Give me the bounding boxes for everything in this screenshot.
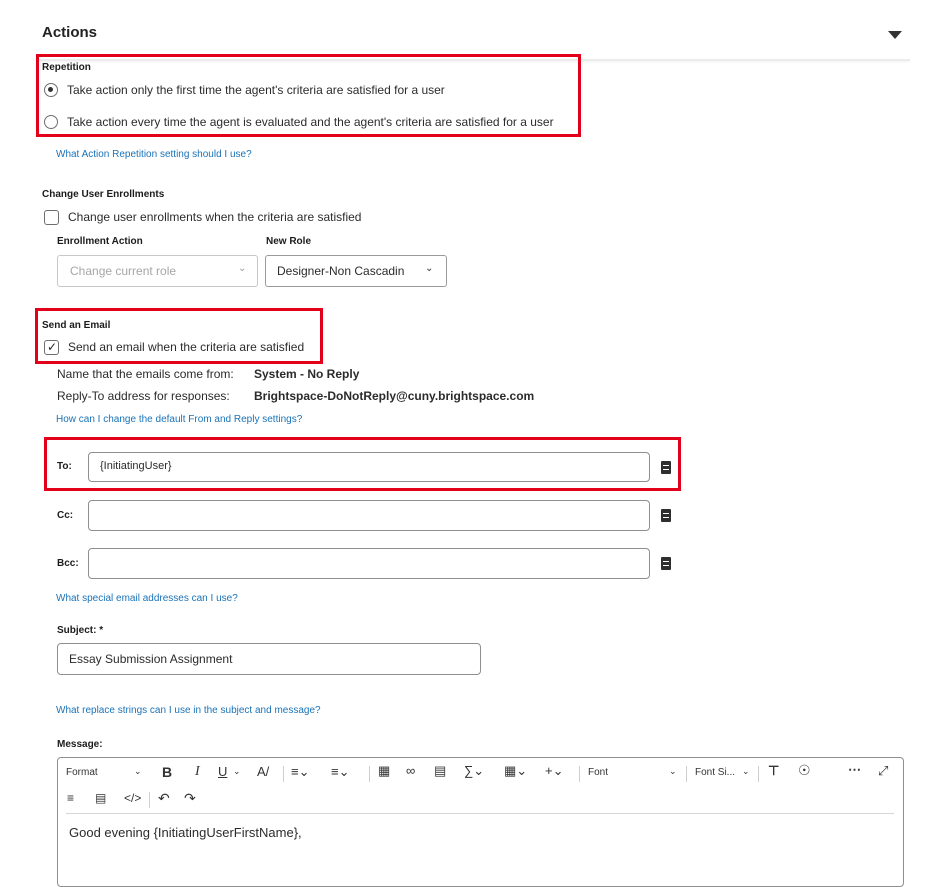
- chevron-down-icon[interactable]: ⌄: [233, 766, 241, 777]
- reply-to-value: Brightspace-DoNotReply@cuny.brightspace.…: [254, 389, 535, 403]
- caret-down-icon[interactable]: [888, 31, 902, 39]
- accessibility-icon[interactable]: ☉: [798, 762, 811, 779]
- toolbar-separator: [369, 766, 370, 782]
- insert-stuff-icon[interactable]: ▦: [378, 763, 390, 779]
- subject-input[interactable]: Essay Submission Assignment: [57, 643, 481, 675]
- send-email-label: Send an Email: [42, 320, 111, 331]
- link-icon[interactable]: ∞: [406, 763, 415, 778]
- section-title: Actions: [42, 24, 98, 41]
- repetition-option-first-radio[interactable]: [44, 83, 58, 97]
- enrollments-checkbox-label: Change user enrollments when the criteri…: [68, 210, 362, 224]
- message-editor[interactable]: Format ⌄ B I U ⌄ A/ ≡⌄ ≡⌄ ▦ ∞ ▤ ∑⌄ ▦⌄ +⌄…: [57, 757, 904, 887]
- insert-icon[interactable]: +⌄: [545, 763, 563, 779]
- format-painter-icon[interactable]: ⊤: [768, 763, 779, 779]
- enrollment-action-value: Change current role: [70, 264, 177, 278]
- send-email-highlight-box: [35, 308, 323, 364]
- replace-strings-link[interactable]: What replace strings can I use in the su…: [56, 705, 321, 716]
- default-settings-link[interactable]: How can I change the default From and Re…: [56, 414, 302, 425]
- chevron-down-icon: ⌄: [238, 263, 247, 274]
- from-name-label: Name that the emails come from:: [57, 367, 234, 381]
- address-book-icon[interactable]: [661, 557, 671, 570]
- cc-input[interactable]: [88, 500, 650, 531]
- more-icon[interactable]: ⋯: [848, 762, 861, 778]
- chevron-down-icon[interactable]: ⌄: [669, 766, 677, 777]
- send-email-checkbox-label: Send an email when the criteria are sati…: [68, 340, 305, 354]
- enrollments-label: Change User Enrollments: [42, 189, 165, 200]
- toolbar-divider: [66, 813, 894, 814]
- underline-icon[interactable]: U: [218, 764, 227, 779]
- to-label: To:: [57, 461, 72, 472]
- toolbar-separator: [149, 792, 150, 808]
- font-dropdown[interactable]: Font: [588, 767, 608, 778]
- toolbar-separator: [758, 766, 759, 782]
- format-dropdown[interactable]: Format: [66, 767, 98, 778]
- fullscreen-icon[interactable]: ⤢: [878, 763, 888, 779]
- address-book-icon[interactable]: [661, 461, 671, 474]
- enrollment-action-label: Enrollment Action: [57, 236, 143, 247]
- to-input[interactable]: {InitiatingUser}: [88, 452, 650, 482]
- bcc-label: Bcc:: [57, 558, 79, 569]
- address-book-icon[interactable]: [661, 509, 671, 522]
- source-code-icon[interactable]: </>: [124, 791, 141, 805]
- subject-label: Subject: *: [57, 625, 104, 636]
- repetition-option-first-label: Take action only the first time the agen…: [67, 83, 445, 97]
- text-color-icon[interactable]: A/: [257, 764, 269, 779]
- new-role-label: New Role: [266, 236, 312, 247]
- repetition-option-every-label: Take action every time the agent is eval…: [67, 115, 554, 129]
- chevron-down-icon[interactable]: ⌄: [134, 766, 142, 777]
- cc-label: Cc:: [57, 510, 74, 521]
- send-email-checkbox[interactable]: ✓: [44, 340, 59, 355]
- new-role-value: Designer-Non Cascadin: [277, 264, 405, 278]
- repetition-label: Repetition: [42, 62, 91, 73]
- toolbar-separator: [579, 766, 580, 782]
- to-input-value: {InitiatingUser}: [100, 460, 172, 472]
- repetition-option-every-radio[interactable]: [44, 115, 58, 129]
- media-icon[interactable]: ▤: [434, 763, 446, 779]
- italic-icon[interactable]: I: [195, 764, 200, 780]
- chevron-down-icon[interactable]: ⌄: [742, 766, 750, 777]
- font-size-dropdown[interactable]: Font Si...: [695, 767, 735, 778]
- repetition-help-link[interactable]: What Action Repetition setting should I …: [56, 149, 252, 160]
- word-count-icon[interactable]: ≡: [67, 791, 74, 805]
- checkmark-icon: ✓: [47, 340, 58, 354]
- equation-icon[interactable]: ∑⌄: [464, 763, 484, 779]
- chevron-down-icon: ⌄: [425, 263, 434, 274]
- redo-icon[interactable]: ↷: [184, 790, 196, 807]
- from-name-value: System - No Reply: [254, 367, 360, 381]
- toolbar-separator: [686, 766, 687, 782]
- bold-icon[interactable]: B: [162, 764, 172, 780]
- reply-to-label: Reply-To address for responses:: [57, 389, 230, 403]
- undo-icon[interactable]: ↶: [158, 790, 170, 807]
- enrollments-checkbox[interactable]: [44, 210, 59, 225]
- subject-input-value: Essay Submission Assignment: [69, 652, 233, 666]
- table-icon[interactable]: ▦⌄: [504, 763, 527, 779]
- new-role-select[interactable]: Designer-Non Cascadin ⌄: [265, 255, 447, 287]
- align-icon[interactable]: ≡⌄: [291, 764, 309, 780]
- message-label: Message:: [57, 739, 103, 750]
- list-icon[interactable]: ≡⌄: [331, 764, 349, 780]
- bcc-input[interactable]: [88, 548, 650, 579]
- special-addresses-link[interactable]: What special email addresses can I use?: [56, 593, 238, 604]
- preview-icon[interactable]: ▤: [95, 791, 106, 805]
- message-body-text[interactable]: Good evening {InitiatingUserFirstName},: [69, 825, 302, 840]
- toolbar-separator: [283, 766, 284, 782]
- enrollment-action-select[interactable]: Change current role ⌄: [57, 255, 258, 287]
